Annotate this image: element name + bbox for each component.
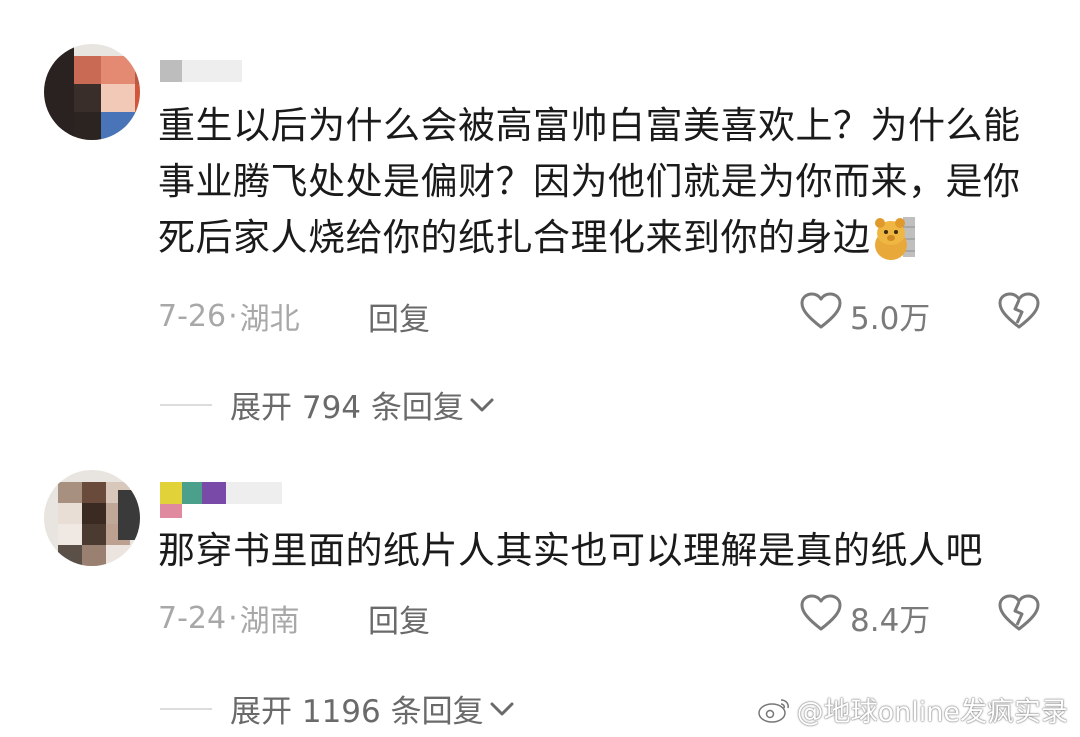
like-button[interactable]: 5.0万 bbox=[800, 292, 930, 338]
comment-line: 事业腾飞处处是偏财？因为他们就是为你而来，是你 bbox=[158, 160, 1021, 203]
username-redacted-extra bbox=[160, 504, 182, 518]
like-button[interactable]: 8.4万 bbox=[800, 594, 930, 640]
reply-button[interactable]: 回复 bbox=[368, 596, 430, 641]
comment-location: 湖南 bbox=[239, 604, 300, 639]
watermark: @地球online发疯实录 bbox=[757, 690, 1068, 729]
avatar[interactable] bbox=[44, 470, 140, 566]
expand-divider bbox=[160, 707, 212, 710]
comment-line: 死后家人烧给你的纸扎合理化来到你的身边 bbox=[158, 210, 1021, 266]
like-count: 5.0万 bbox=[850, 300, 931, 337]
comment-list: 重生以后为什么会被高富帅白富美喜欢上？为什么能 事业腾飞处处是偏财？因为他们就是… bbox=[0, 0, 1080, 737]
username-redacted[interactable] bbox=[160, 60, 242, 82]
expand-label: 展开 794 条回复 bbox=[230, 390, 464, 426]
username-redacted[interactable] bbox=[160, 482, 282, 504]
comment-line: 重生以后为什么会被高富帅白富美喜欢上？为什么能 bbox=[158, 104, 1021, 147]
expand-divider bbox=[160, 403, 212, 406]
reply-button[interactable]: 回复 bbox=[368, 294, 430, 339]
broken-heart-icon bbox=[998, 594, 1040, 631]
watermark-text: @地球online发疯实录 bbox=[796, 697, 1068, 728]
comment-text: 那穿书里面的纸片人其实也可以理解是真的纸人吧 bbox=[158, 523, 983, 579]
comment-text: 重生以后为什么会被高富帅白富美喜欢上？为什么能 事业腾飞处处是偏财？因为他们就是… bbox=[158, 98, 1021, 266]
heart-outline-icon bbox=[800, 594, 842, 640]
comment-meta: 7-26 · 湖北 bbox=[158, 294, 300, 338]
meta-separator: · bbox=[228, 298, 238, 334]
chevron-down-icon bbox=[488, 699, 516, 719]
bear-emoji-icon bbox=[873, 215, 917, 261]
comment-meta: 7-24 · 湖南 bbox=[158, 596, 300, 640]
expand-replies-button[interactable]: 展开 1196 条回复 bbox=[160, 686, 516, 731]
broken-heart-icon bbox=[998, 292, 1040, 329]
comment-line: 那穿书里面的纸片人其实也可以理解是真的纸人吧 bbox=[158, 529, 983, 572]
expand-label: 展开 1196 条回复 bbox=[230, 694, 484, 730]
comment-location: 湖北 bbox=[239, 302, 300, 337]
avatar-mosaic bbox=[68, 56, 140, 140]
like-count: 8.4万 bbox=[850, 602, 931, 639]
avatar[interactable] bbox=[44, 44, 140, 140]
comment-date: 7-26 bbox=[158, 298, 227, 334]
dislike-button[interactable] bbox=[998, 594, 1040, 634]
dislike-button[interactable] bbox=[998, 292, 1040, 332]
comment-date: 7-24 bbox=[158, 600, 227, 636]
meta-separator: · bbox=[228, 600, 238, 636]
heart-outline-icon bbox=[800, 292, 842, 338]
expand-replies-button[interactable]: 展开 794 条回复 bbox=[160, 382, 496, 427]
chevron-down-icon bbox=[468, 395, 496, 415]
weibo-logo-icon bbox=[757, 696, 791, 724]
